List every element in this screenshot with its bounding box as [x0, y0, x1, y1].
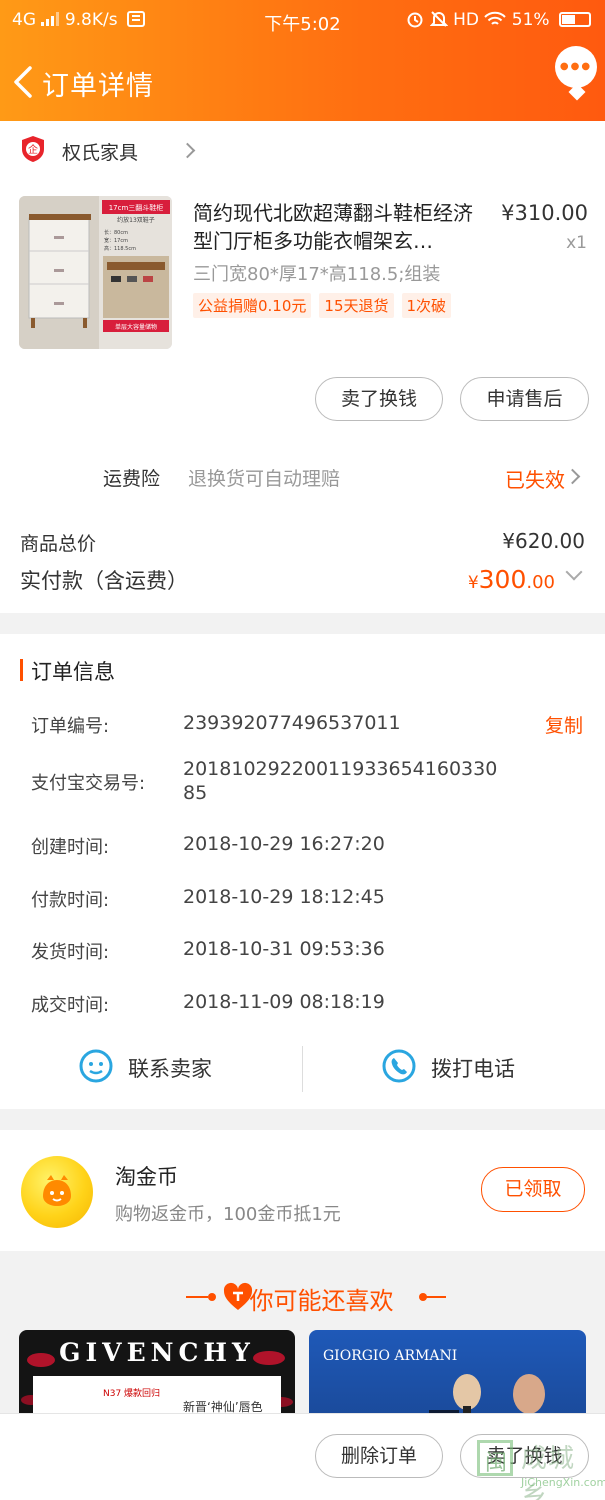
insurance-chevron-icon[interactable] — [564, 468, 581, 485]
coins-subtitle: 购物返金币，100金币抵1元 — [115, 1204, 341, 1225]
coin-face-icon — [43, 1175, 71, 1206]
img-label-1: 17cm三翻斗鞋柜 — [109, 203, 164, 212]
call-phone-label: 拨打电话 — [431, 1057, 515, 1081]
total-price-value: ¥620.00 — [502, 529, 585, 553]
shipping-insurance-label: 运费险 — [103, 468, 161, 490]
tag-charity: 公益捐赠0.10元 — [193, 293, 312, 318]
shop-chevron-icon — [179, 142, 196, 159]
header-bar: 4G 9.8K/s 下午5:02 HD 51% 订单详情 ●●● — [0, 0, 605, 121]
wifi-icon — [484, 11, 507, 25]
paid-amount-value: ¥300.00 — [468, 565, 555, 594]
img-label-4: 宽：17cm — [104, 237, 128, 244]
back-arrow-icon[interactable] — [10, 64, 38, 100]
product-spec: 三门宽80*厚17*高118.5;组装 — [193, 264, 441, 285]
product-tags: 公益捐赠0.10元 15天退货 1次破 — [193, 293, 459, 318]
watermark-logo: 闽 成城乡 JiChengXin.com — [477, 1434, 605, 1500]
more-menu-button[interactable]: ●●● — [555, 46, 597, 88]
battery-icon — [559, 12, 591, 27]
watermark-box: 闽 — [477, 1440, 513, 1476]
section-title-bar — [20, 659, 23, 681]
shipping-insurance-desc: 退换货可自动理赔 — [188, 468, 341, 490]
rec-deco-right — [424, 1296, 446, 1298]
product-quantity: x1 — [566, 233, 587, 253]
recommend-title-text: 你可能还喜欢 — [249, 1287, 394, 1315]
paid-dec: .00 — [526, 572, 555, 593]
deal-time-label: 成交时间: — [31, 995, 110, 1016]
shipped-time-value: 2018-10-31 09:53:36 — [183, 938, 385, 960]
order-number-value: 239392077496537011 — [183, 712, 401, 734]
paid-time-label: 付款时间: — [31, 890, 110, 911]
battery-percent: 51% — [511, 10, 550, 30]
product-title[interactable]: 简约现代北欧超薄翻斗鞋柜经济型门厅柜多功能衣帽架玄… — [193, 199, 483, 255]
order-card: 企 权氏家具 17cm三翻斗鞋柜 约放13双鞋子 长：80cm 宽：17cm 高… — [0, 121, 605, 613]
tag-return: 15天退货 — [319, 293, 394, 318]
paid-time-value: 2018-10-29 18:12:45 — [183, 886, 385, 908]
product-price: ¥310.00 — [501, 201, 588, 225]
chat-face-icon — [79, 1049, 113, 1083]
img-label-6: 单层大容量储物 — [115, 323, 157, 331]
watermark-url: JiChengXin.com — [521, 1476, 605, 1489]
recommend-item-givenchy[interactable]: GIVENCHY N37 爆款回归 新晋‘神仙’唇色 — [19, 1330, 295, 1420]
page-title: 订单详情 — [42, 71, 154, 102]
coins-title: 淘金币 — [115, 1165, 178, 1189]
total-price-label: 商品总价 — [20, 533, 97, 555]
created-time-label: 创建时间: — [31, 837, 110, 858]
paid-int: 300 — [478, 565, 527, 594]
sell-button[interactable]: 卖了换钱 — [315, 377, 443, 421]
alarm-icon — [407, 12, 423, 28]
mute-bell-icon — [429, 11, 449, 27]
expand-chevron-icon[interactable] — [565, 563, 583, 581]
givenchy-brand: GIVENCHY — [59, 1338, 255, 1367]
img-label-3: 长：80cm — [104, 229, 128, 236]
nav-bar: 订单详情 ●●● — [0, 46, 605, 112]
shoe-cabinet-image: 17cm三翻斗鞋柜 约放13双鞋子 长：80cm 宽：17cm 高：118.5c… — [19, 196, 172, 349]
contact-divider — [302, 1046, 303, 1092]
shop-badge-text: 企 — [28, 143, 38, 156]
img-label-2: 约放13双鞋子 — [117, 216, 155, 224]
enterprise-shop-icon: 企 — [22, 136, 44, 162]
delete-order-button[interactable]: 删除订单 — [315, 1434, 443, 1478]
call-phone-button[interactable]: 拨打电话 — [381, 1044, 581, 1092]
more-dots-icon: ●●● — [559, 61, 593, 72]
givenchy-line-1: N37 爆款回归 — [103, 1389, 161, 1399]
after-sale-button[interactable]: 申请售后 — [460, 377, 589, 421]
shipped-time-label: 发货时间: — [31, 942, 110, 963]
coins-claimed-button[interactable]: 已领取 — [481, 1167, 585, 1212]
battery-fill — [562, 15, 575, 24]
paid-amount-label: 实付款（含运费） — [20, 569, 188, 593]
shipping-insurance-status[interactable]: 已失效 — [505, 464, 565, 493]
hd-label: HD — [453, 10, 479, 30]
status-right: HD 51% — [406, 10, 591, 30]
tag-breakage: 1次破 — [401, 293, 452, 318]
recommend-item-armani[interactable]: GIORGIO ARMANI — [309, 1330, 586, 1420]
created-time-value: 2018-10-29 16:27:20 — [183, 833, 385, 855]
watermark-text: 成城乡 — [521, 1444, 576, 1500]
armani-brand: GIORGIO ARMANI — [323, 1348, 458, 1364]
watermark-box-text: 闽 — [485, 1451, 508, 1476]
order-info-card: 订单信息 订单编号: 239392077496537011 复制 支付宝交易号:… — [0, 634, 605, 1109]
order-number-label: 订单编号: — [31, 716, 110, 737]
status-bar: 4G 9.8K/s 下午5:02 HD 51% — [0, 0, 605, 42]
order-info-title: 订单信息 — [31, 660, 115, 684]
product-image[interactable]: 17cm三翻斗鞋柜 约放13双鞋子 长：80cm 宽：17cm 高：118.5c… — [19, 196, 172, 349]
img-label-5: 高：118.5cm — [104, 245, 136, 252]
contact-seller-label: 联系卖家 — [128, 1057, 212, 1081]
gold-coin-icon — [21, 1156, 93, 1228]
contact-seller-button[interactable]: 联系卖家 — [78, 1044, 278, 1092]
recommend-title: 你可能还喜欢 — [0, 1281, 605, 1316]
phone-icon — [382, 1049, 416, 1083]
alipay-trade-value: 20181029220011933654160330 85 — [183, 758, 498, 804]
shop-name: 权氏家具 — [62, 142, 139, 164]
copy-button[interactable]: 复制 — [545, 711, 583, 738]
alipay-trade-label: 支付宝交易号: — [31, 773, 146, 794]
paid-yen: ¥ — [467, 573, 479, 593]
deal-time-value: 2018-11-09 08:18:19 — [183, 991, 385, 1013]
coins-card: 淘金币 购物返金币，100金币抵1元 已领取 — [0, 1130, 605, 1251]
